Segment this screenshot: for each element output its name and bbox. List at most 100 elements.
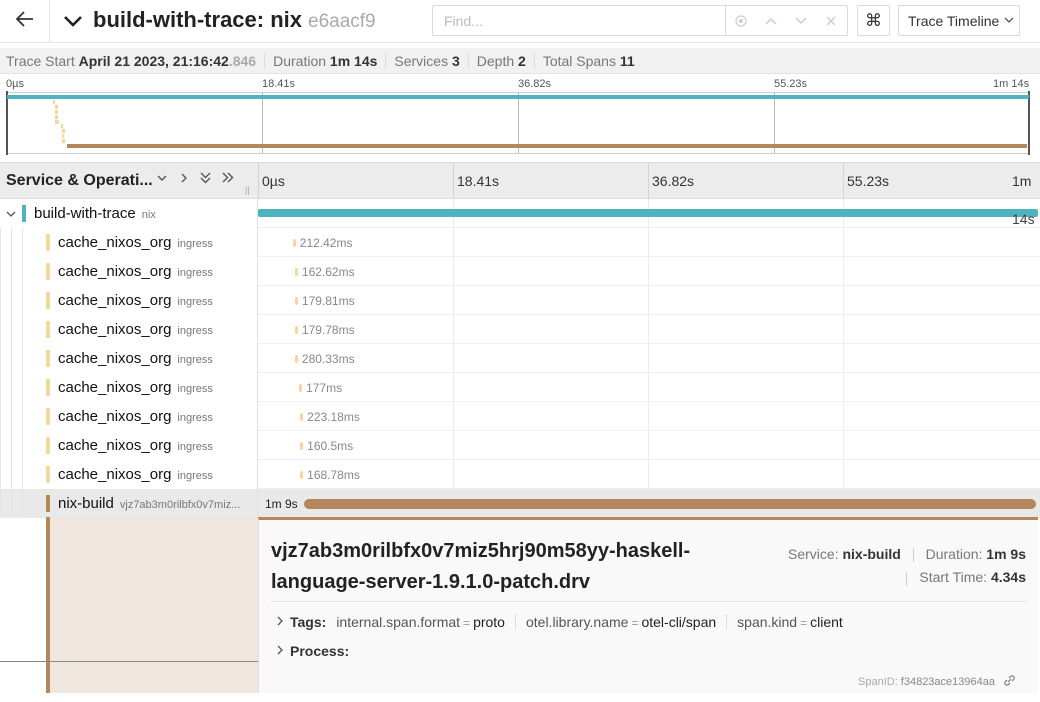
span-row[interactable]: cache_nixos_org ingress 179.81ms — [0, 286, 1040, 315]
span-service-name: cache_nixos_org ingress — [58, 437, 213, 454]
minimap-tick: 36.82s — [518, 78, 552, 90]
minimap-tick: 0µs — [6, 78, 24, 90]
collapse-header-chevron-icon[interactable] — [62, 10, 84, 32]
span-bar[interactable] — [294, 297, 298, 305]
service-color-bar — [46, 321, 50, 338]
span-row-label-cell[interactable]: cache_nixos_org ingress — [0, 460, 258, 489]
span-bar[interactable] — [294, 268, 298, 276]
span-row[interactable]: cache_nixos_org ingress 223.18ms — [0, 402, 1040, 431]
tree-guide-line — [0, 286, 1, 315]
column-divider[interactable] — [258, 163, 259, 199]
collapse-all-icon[interactable] — [199, 171, 212, 189]
find-input[interactable] — [433, 6, 726, 35]
span-row[interactable]: cache_nixos_org ingress 179.78ms — [0, 315, 1040, 344]
span-row[interactable]: cache_nixos_org ingress 168.78ms — [0, 460, 1040, 489]
column-resize-handle[interactable]: || — [245, 185, 250, 195]
timeline-tick: 0µs — [262, 173, 285, 189]
service-color-bar — [46, 263, 50, 280]
span-operation-name: ingress — [177, 383, 213, 395]
collapse-span-chevron-icon[interactable] — [6, 207, 16, 222]
service-color-bar — [46, 437, 50, 454]
span-row-label-cell[interactable]: build-with-trace nix — [0, 199, 258, 228]
span-row-label-cell[interactable]: nix-build vjz7ab3m0rilbfx0v7miz... — [0, 489, 258, 518]
tree-guide-line — [0, 315, 1, 344]
chevron-down-icon[interactable] — [792, 12, 810, 30]
keyboard-shortcuts-button[interactable]: ⌘ — [857, 5, 890, 36]
span-row[interactable]: cache_nixos_org ingress 177ms — [0, 373, 1040, 402]
span-row-label-cell[interactable]: cache_nixos_org ingress — [0, 228, 258, 257]
span-row-label-cell[interactable]: cache_nixos_org ingress — [0, 315, 258, 344]
link-icon[interactable] — [1003, 674, 1016, 690]
span-row[interactable]: cache_nixos_org ingress 280.33ms — [0, 344, 1040, 373]
tree-guide-line — [22, 489, 23, 518]
span-row[interactable]: cache_nixos_org ingress 162.62ms — [0, 257, 1040, 286]
back-button[interactable] — [0, 0, 50, 42]
tree-guide-line — [0, 402, 1, 431]
span-row-label-cell[interactable]: cache_nixos_org ingress — [0, 373, 258, 402]
span-row[interactable]: nix-build vjz7ab3m0rilbfx0v7miz... 1m 9s — [0, 489, 1040, 518]
span-bar[interactable] — [304, 499, 1036, 509]
span-bar[interactable] — [300, 442, 304, 450]
service-operation-column-title: Service & Operati... — [6, 172, 153, 189]
span-bar[interactable] — [299, 384, 303, 392]
arrow-left-icon — [15, 10, 34, 33]
minimap-span-bar — [60, 124, 64, 129]
trace-depth-value: 2 — [518, 52, 526, 69]
tag-item: internal.span.format = proto — [336, 614, 516, 630]
collapse-one-icon[interactable] — [156, 171, 168, 188]
minimap-right-handle[interactable] — [1028, 91, 1030, 155]
span-row[interactable]: build-with-trace nix 14s — [0, 199, 1040, 228]
trace-id: e6aacf9 — [308, 11, 376, 32]
minimap-span-bar — [52, 99, 56, 104]
span-bar[interactable] — [300, 413, 304, 421]
service-color-bar — [22, 205, 26, 222]
span-row-label-cell[interactable]: cache_nixos_org ingress — [0, 344, 258, 373]
expand-all-icon[interactable] — [221, 171, 235, 188]
span-bar[interactable] — [292, 239, 296, 247]
clear-search-icon[interactable] — [822, 12, 840, 30]
tags-section[interactable]: Tags: internal.span.format = proto otel.li… — [276, 614, 863, 630]
service-color-bar — [46, 292, 50, 309]
tag-item: otel.library.name = otel-cli/span — [526, 614, 728, 630]
span-service-name: cache_nixos_org ingress — [58, 263, 213, 280]
tree-guide-line — [22, 315, 23, 344]
span-row-label-cell[interactable]: cache_nixos_org ingress — [0, 257, 258, 286]
detail-start-value: 4.34s — [990, 569, 1026, 586]
tree-guide-line — [0, 257, 1, 286]
span-operation-name: ingress — [177, 470, 213, 482]
trace-title: build-with-trace: nix e6aacf9 — [93, 7, 376, 33]
minimap-span-bar — [7, 95, 1029, 99]
view-selector-label: Trace Timeline — [908, 12, 1000, 29]
trace-total-spans-value: 11 — [619, 52, 635, 69]
trace-depth: Depth 2 — [477, 52, 535, 69]
span-row[interactable]: cache_nixos_org ingress 212.42ms — [0, 228, 1040, 257]
tree-guide-line — [22, 373, 23, 402]
expand-one-icon[interactable] — [178, 171, 190, 188]
span-bar[interactable] — [294, 355, 298, 363]
timeline-tick: 1m — [1012, 173, 1032, 189]
detail-left-gutter — [0, 517, 258, 693]
minimap-tick: 18.41s — [262, 78, 296, 90]
span-service-name: cache_nixos_org ingress — [58, 350, 213, 367]
service-color-bar — [46, 379, 50, 396]
span-operation-name: ingress — [177, 441, 213, 453]
span-detail-title: vjz7ab3m0rilbfx0v7miz5hrj90m58yy-haskell… — [271, 540, 691, 593]
span-row-label-cell[interactable]: cache_nixos_org ingress — [0, 402, 258, 431]
span-bar[interactable] — [300, 471, 304, 479]
span-service-name: build-with-trace nix — [34, 205, 156, 222]
chevron-up-icon[interactable] — [762, 12, 780, 30]
chevron-right-icon — [276, 616, 284, 629]
locate-icon[interactable] — [732, 12, 750, 30]
process-section[interactable]: Process: — [276, 643, 349, 659]
span-row[interactable]: cache_nixos_org ingress 160.5ms — [0, 431, 1040, 460]
trace-minimap[interactable] — [6, 91, 1030, 155]
view-selector[interactable]: Trace Timeline — [898, 5, 1020, 36]
span-bar[interactable] — [294, 326, 298, 334]
span-duration-label: 223.18ms — [307, 410, 360, 424]
span-row-label-cell[interactable]: cache_nixos_org ingress — [0, 286, 258, 315]
span-detail-panel: vjz7ab3m0rilbfx0v7miz5hrj90m58yy-haskell… — [258, 517, 1038, 693]
minimap-left-handle[interactable] — [6, 91, 8, 155]
span-bar[interactable] — [258, 209, 1038, 217]
span-row-label-cell[interactable]: cache_nixos_org ingress — [0, 431, 258, 460]
tag-item: span.kind = client — [737, 614, 843, 630]
